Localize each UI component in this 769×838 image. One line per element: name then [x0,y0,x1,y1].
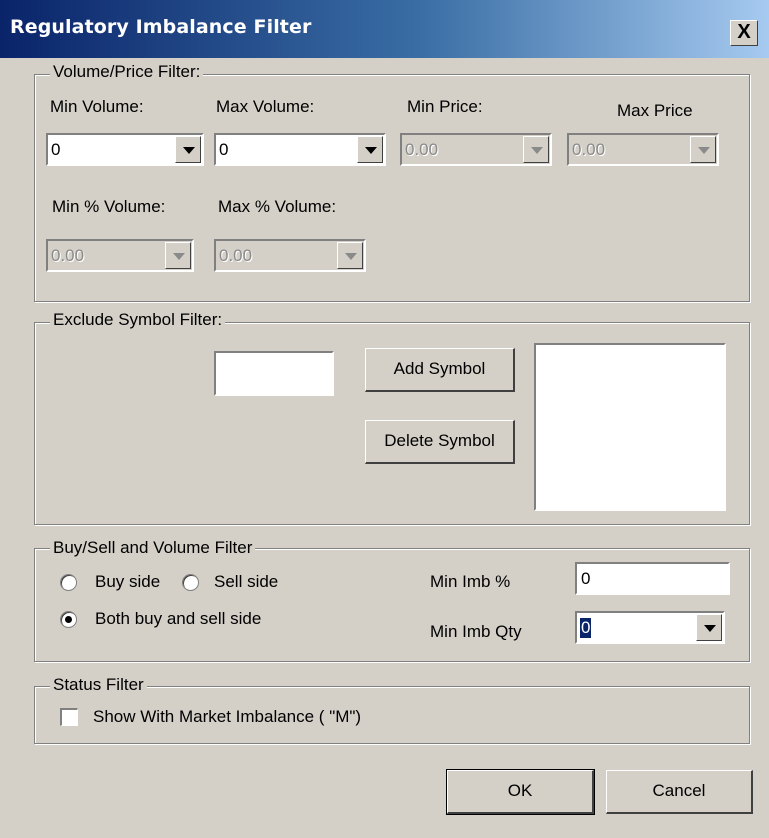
chevron-down-icon [690,136,716,163]
chevron-down-icon[interactable] [357,136,383,163]
min-imb-qty-label: Min Imb Qty [430,622,522,641]
min-pct-volume-label: Min % Volume: [52,197,166,216]
both-sides-label[interactable]: Both buy and sell side [95,609,261,629]
ok-button[interactable]: OK [446,769,595,815]
max-pct-volume-label: Max % Volume: [218,197,337,216]
min-imb-pct-input[interactable]: 0 [575,562,730,595]
title-bar[interactable]: Regulatory Imbalance Filter X [0,0,769,58]
chevron-down-icon[interactable] [696,614,722,641]
min-imb-qty-combo[interactable]: 0 [575,611,725,644]
exclude-symbol-filter-legend: Exclude Symbol Filter: [50,310,226,330]
market-imbalance-label[interactable]: Show With Market Imbalance ( "M") [93,707,361,727]
max-pct-volume-combo[interactable]: 0.00 [214,239,366,272]
min-price-label: Min Price: [407,97,483,116]
both-sides-radio[interactable] [60,611,77,628]
min-volume-combo[interactable]: 0 [46,133,204,166]
chevron-down-icon [165,242,191,269]
min-imb-pct-label: Min Imb % [430,572,511,591]
chevron-down-icon [523,136,549,163]
status-filter-legend: Status Filter [50,675,147,695]
min-pct-volume-value: 0.00 [51,246,85,265]
symbol-input[interactable] [214,351,334,396]
delete-symbol-button[interactable]: Delete Symbol [365,420,515,464]
min-imb-pct-value: 0 [581,569,591,588]
close-button[interactable]: X [730,20,758,46]
max-volume-value: 0 [219,140,229,159]
dialog-window: Regulatory Imbalance Filter X Volume/Pri… [0,0,769,838]
buy-side-label[interactable]: Buy side [95,572,160,592]
sell-side-radio[interactable] [182,574,199,591]
max-pct-volume-value: 0.00 [219,246,253,265]
min-volume-label: Min Volume: [50,97,144,116]
add-symbol-button[interactable]: Add Symbol [365,348,515,392]
min-price-combo[interactable]: 0.00 [400,133,552,166]
cancel-button[interactable]: Cancel [606,770,753,814]
chevron-down-icon [337,242,363,269]
max-volume-combo[interactable]: 0 [214,133,386,166]
sell-side-label[interactable]: Sell side [214,572,278,592]
window-title: Regulatory Imbalance Filter [10,16,312,38]
min-price-value: 0.00 [405,140,439,159]
max-price-combo[interactable]: 0.00 [567,133,719,166]
min-pct-volume-combo[interactable]: 0.00 [46,239,194,272]
chevron-down-icon[interactable] [175,136,201,163]
buy-sell-filter-legend: Buy/Sell and Volume Filter [50,538,256,558]
buy-side-radio[interactable] [60,574,77,591]
max-volume-label: Max Volume: [216,97,315,116]
max-price-label: Max Price [617,101,693,120]
market-imbalance-checkbox[interactable] [60,708,78,726]
min-imb-qty-value: 0 [580,618,592,638]
volume-price-filter-legend: Volume/Price Filter: [50,62,204,82]
max-price-value: 0.00 [572,140,606,159]
excluded-symbols-list[interactable] [534,343,726,511]
min-volume-value: 0 [51,140,61,159]
